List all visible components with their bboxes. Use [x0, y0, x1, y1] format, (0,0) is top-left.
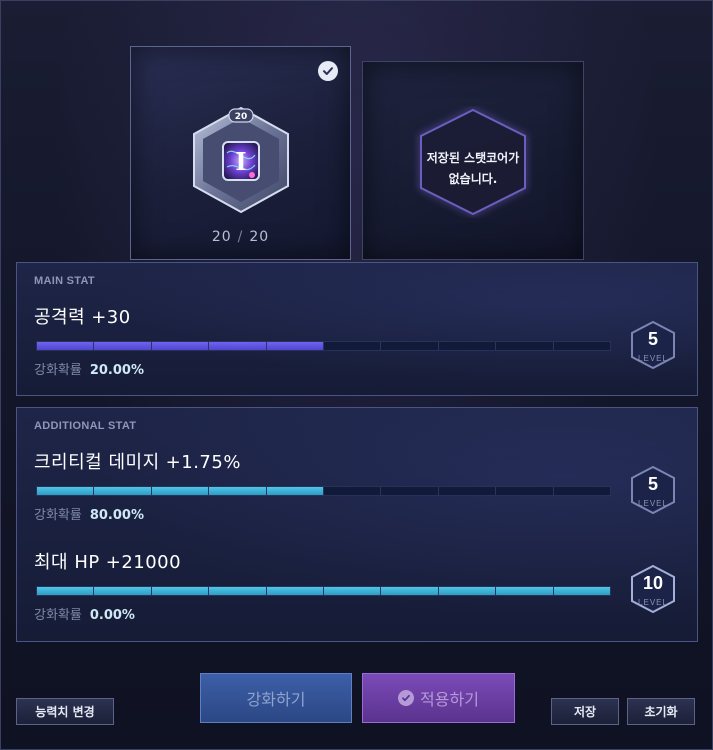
check-circle-icon — [318, 61, 338, 81]
apply-button-label: 적용하기 — [420, 690, 479, 709]
core-count-separator: / — [237, 229, 244, 245]
enhance-chance: 강화확률 20.00% — [34, 359, 144, 378]
enhance-progress-bar — [36, 341, 611, 351]
svg-text:20: 20 — [235, 112, 248, 122]
empty-message-line2: 없습니다. — [448, 172, 498, 186]
stat-core-icon: 20 I — [193, 106, 289, 214]
level-label: LEVEL — [638, 598, 668, 607]
level-number: 5 — [647, 474, 658, 494]
core-count-current: 20 — [211, 229, 232, 245]
level-label: LEVEL — [638, 499, 668, 508]
additional-stat-panel: ADDITIONAL STAT 크리티컬 데미지 +1.75% 강화확률 80.00… — [16, 407, 698, 642]
enhance-chance: 강화확률 0.00% — [34, 604, 135, 623]
stat-value: +21000 — [105, 552, 182, 573]
additional-stat-title: ADDITIONAL STAT — [34, 420, 137, 432]
stat-label: 크리티컬 데미지 — [34, 452, 160, 473]
reset-button[interactable]: 초기화 — [627, 698, 695, 725]
level-hexagon-icon: 5 LEVEL — [627, 319, 679, 371]
enhance-button[interactable]: 강화하기 — [200, 673, 352, 723]
additional-stat-crit-damage: 크리티컬 데미지 +1.75% 강화확률 80.00% — [34, 448, 694, 523]
stat-core-window: 20 I 20 / 20 저장된 스탯코어가 없습니다. MAIN STAT 공격력… — [0, 0, 713, 750]
core-count-max: 20 — [249, 229, 270, 245]
level-label: LEVEL — [638, 354, 668, 363]
stat-name: 최대 HP +21000 — [34, 548, 694, 574]
apply-button[interactable]: 적용하기 — [362, 673, 515, 723]
check-circle-icon — [398, 690, 415, 706]
empty-message-line1: 저장된 스탯코어가 — [426, 151, 520, 165]
saved-core-slot[interactable]: 저장된 스탯코어가 없습니다. — [362, 61, 584, 260]
level-number: 5 — [647, 329, 658, 349]
level-hexagon-icon: 5 LEVEL — [627, 464, 679, 516]
enhance-chance: 강화확률 80.00% — [34, 504, 144, 523]
level-number: 10 — [642, 573, 664, 593]
main-stat-panel: MAIN STAT 공격력 +30 강화확률 20.00% 5 LEVEL — [16, 262, 698, 396]
stat-value: +30 — [91, 307, 131, 328]
current-core-slot[interactable]: 20 I 20 / 20 — [130, 46, 351, 260]
enhance-chance-label: 강화확률 — [34, 363, 82, 378]
enhance-chance-label: 강화확률 — [34, 608, 82, 623]
stat-value: +1.75% — [165, 452, 241, 473]
save-button[interactable]: 저장 — [551, 698, 619, 725]
enhance-progress-bar — [36, 486, 611, 496]
empty-saved-message: 저장된 스탯코어가 없습니다. — [363, 148, 583, 190]
enhance-chance-label: 강화확률 — [34, 508, 82, 523]
core-count: 20 / 20 — [131, 229, 350, 245]
enhance-chance-value: 20.00% — [89, 363, 144, 378]
enhance-chance-value: 80.00% — [89, 508, 144, 523]
enhance-chance-value: 0.00% — [89, 608, 135, 623]
stat-name: 공격력 +30 — [34, 303, 694, 329]
svg-text:I: I — [235, 147, 246, 176]
main-stat-attack: 공격력 +30 강화확률 20.00% — [34, 303, 694, 378]
change-ability-button[interactable]: 능력치 변경 — [16, 698, 114, 725]
level-hexagon-icon: 10 LEVEL — [627, 563, 679, 615]
additional-stat-max-hp: 최대 HP +21000 강화확률 0.00% — [34, 548, 694, 623]
enhance-progress-bar — [36, 586, 611, 596]
main-stat-title: MAIN STAT — [34, 275, 95, 287]
stat-label: 최대 HP — [34, 552, 100, 573]
stat-name: 크리티컬 데미지 +1.75% — [34, 448, 694, 474]
stat-label: 공격력 — [34, 307, 86, 328]
